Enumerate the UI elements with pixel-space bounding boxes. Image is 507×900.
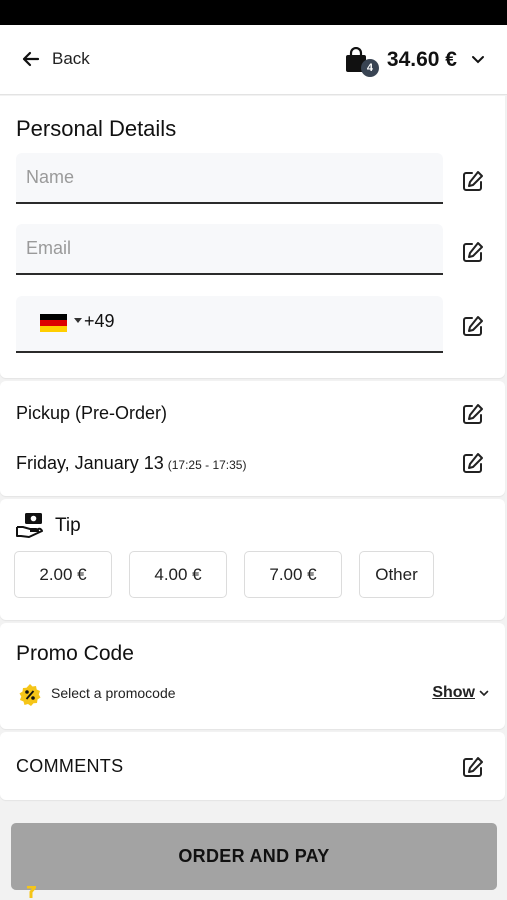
- status-bar: [0, 0, 507, 25]
- show-label: Show: [432, 684, 475, 701]
- country-dropdown-caret[interactable]: [74, 318, 82, 323]
- pickup-time-range: (17:25 - 17:35): [167, 458, 247, 472]
- name-field[interactable]: Name: [16, 153, 443, 204]
- personal-details-title: Personal Details: [16, 116, 177, 141]
- promo-card: Promo Code Select a promocode Show: [0, 623, 505, 729]
- pickup-label: Pickup (Pre-Order): [16, 403, 168, 423]
- tip-title: Tip: [55, 515, 81, 536]
- pickup-card: Pickup (Pre-Order) Friday, January 13 (17…: [0, 381, 505, 496]
- cart-count-badge: 4: [360, 59, 379, 77]
- show-promo-button[interactable]: Show: [432, 684, 489, 702]
- order-and-pay-button[interactable]: ORDER AND PAY: [11, 823, 497, 890]
- phone-country-code: +49: [84, 311, 115, 331]
- cart-summary[interactable]: 4 34.60 €: [345, 46, 485, 77]
- edit-icon[interactable]: [462, 403, 484, 425]
- edit-icon[interactable]: [462, 756, 484, 778]
- back-label: Back: [52, 49, 90, 68]
- edit-icon[interactable]: [462, 452, 484, 474]
- tip-option-button[interactable]: 4.00 €: [129, 551, 227, 598]
- partial-yellow-icon: [27, 886, 36, 898]
- chevron-down-icon: [472, 56, 484, 64]
- discount-badge-icon: [19, 684, 41, 706]
- name-placeholder: Name: [26, 167, 75, 187]
- germany-flag-icon[interactable]: [40, 314, 67, 332]
- tip-option-other-button[interactable]: Other: [359, 551, 434, 598]
- edit-icon[interactable]: [462, 315, 484, 337]
- promo-title: Promo Code: [16, 642, 134, 665]
- promo-select-label[interactable]: Select a promocode: [51, 685, 176, 701]
- money-hand-icon: [16, 513, 43, 538]
- tip-option-button[interactable]: 7.00 €: [244, 551, 342, 598]
- back-button[interactable]: Back: [22, 49, 90, 69]
- edit-icon[interactable]: [462, 241, 484, 263]
- comments-title: COMMENTS: [16, 756, 124, 776]
- chevron-down-icon: [479, 690, 489, 696]
- email-field[interactable]: Email: [16, 224, 443, 275]
- arrow-left-icon: [22, 51, 40, 67]
- personal-details-card: Personal Details Name Email +49: [0, 96, 505, 378]
- edit-icon[interactable]: [462, 170, 484, 192]
- cart-total: 34.60 €: [386, 48, 457, 71]
- top-bar: Back 4 34.60 €: [0, 25, 507, 95]
- pickup-date-text: Friday, January 13: [16, 453, 164, 473]
- comments-card: COMMENTS: [0, 732, 505, 800]
- email-placeholder: Email: [26, 238, 72, 258]
- tip-option-button[interactable]: 2.00 €: [14, 551, 112, 598]
- tip-card: Tip 2.00 € 4.00 € 7.00 € Other: [0, 499, 505, 620]
- shopping-bag-icon: 4: [345, 46, 379, 77]
- pickup-date: Friday, January 13 (17:25 - 17:35): [16, 453, 246, 474]
- phone-field[interactable]: +49: [16, 296, 443, 353]
